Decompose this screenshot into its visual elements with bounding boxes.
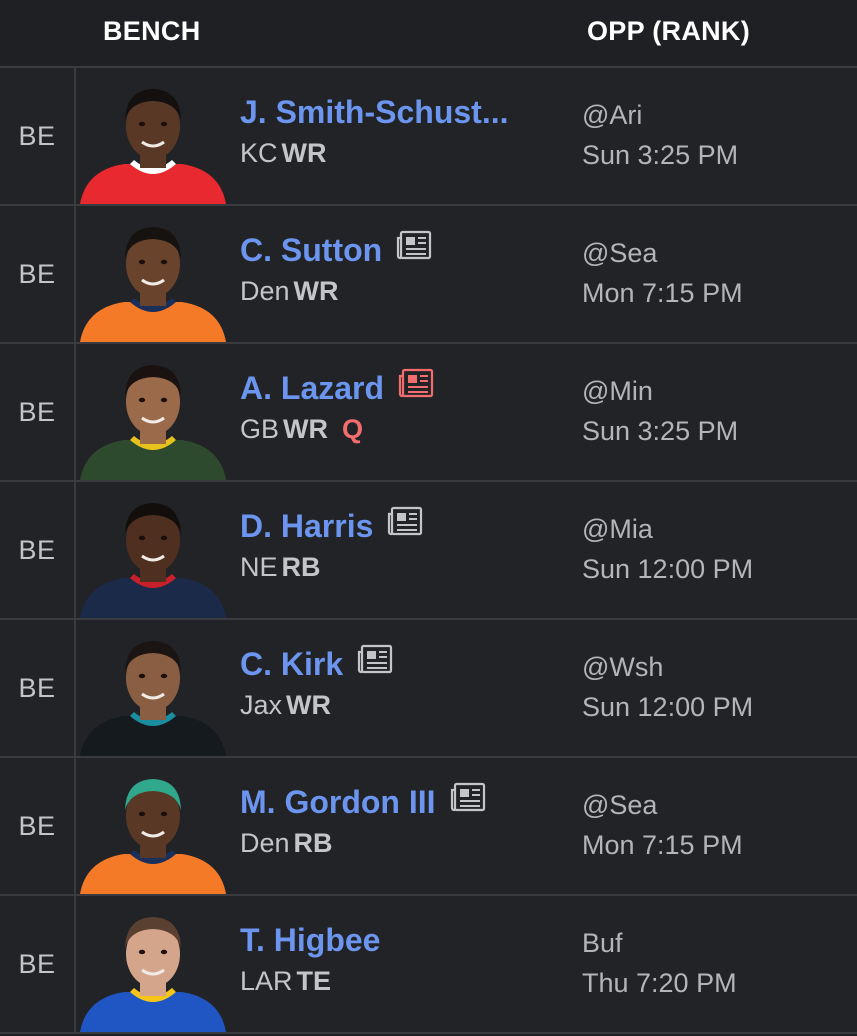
team-abbr: Den bbox=[240, 828, 290, 858]
team-abbr: LAR bbox=[240, 966, 293, 996]
player-name-container: D. Harris bbox=[240, 506, 423, 546]
game-time: Sun 3:25 PM bbox=[582, 140, 739, 170]
slot-label[interactable]: BE bbox=[0, 758, 76, 894]
slot-label[interactable]: BE bbox=[0, 206, 76, 342]
opponent-label[interactable]: @Mia bbox=[582, 514, 653, 545]
player-name-container: C. Kirk bbox=[240, 644, 393, 684]
game-time: Mon 7:15 PM bbox=[582, 830, 743, 860]
roster-list: BE J. Smith-Schust... KC WR @Ari Sun 3:25 PM B… bbox=[0, 68, 857, 1034]
newspaper-icon[interactable] bbox=[387, 506, 423, 546]
player-name-link[interactable]: A. Lazard bbox=[240, 370, 384, 406]
player-name-container: M. Gordon III bbox=[240, 782, 486, 822]
player-meta: GB WR Q bbox=[240, 414, 363, 445]
player-headshot[interactable] bbox=[80, 218, 226, 342]
player-meta: Den RB bbox=[240, 828, 333, 859]
player-row[interactable]: BE D. Harris NE RB @Mia Sun 12:00 PM bbox=[0, 482, 857, 620]
player-meta: Jax WR bbox=[240, 690, 331, 721]
newspaper-alert-icon[interactable] bbox=[398, 368, 434, 408]
player-name-link[interactable]: M. Gordon III bbox=[240, 784, 436, 820]
team-abbr: KC bbox=[240, 138, 278, 168]
slot-label[interactable]: BE bbox=[0, 344, 76, 480]
team-abbr: NE bbox=[240, 552, 278, 582]
player-meta: LAR TE bbox=[240, 966, 331, 997]
slot-label[interactable]: BE bbox=[0, 68, 76, 204]
position-label: TE bbox=[296, 966, 332, 996]
slot-label[interactable]: BE bbox=[0, 620, 76, 756]
player-name-link[interactable]: J. Smith-Schust... bbox=[240, 94, 508, 130]
player-headshot[interactable] bbox=[80, 770, 226, 894]
player-name-link[interactable]: T. Higbee bbox=[240, 922, 380, 958]
player-row[interactable]: BE J. Smith-Schust... KC WR @Ari Sun 3:25 PM bbox=[0, 68, 857, 206]
opponent-label[interactable]: Buf bbox=[582, 928, 623, 959]
team-abbr: GB bbox=[240, 414, 280, 444]
position-label: RB bbox=[293, 828, 333, 858]
player-meta: NE RB bbox=[240, 552, 321, 583]
player-row[interactable]: BE T. Higbee LAR TE Buf Thu 7:20 PM bbox=[0, 896, 857, 1034]
team-abbr: Jax bbox=[240, 690, 283, 720]
newspaper-icon[interactable] bbox=[357, 644, 393, 684]
game-time: Thu 7:20 PM bbox=[582, 968, 737, 998]
opponent-label[interactable]: @Sea bbox=[582, 238, 657, 269]
player-name-link[interactable]: C. Kirk bbox=[240, 646, 343, 682]
player-row[interactable]: BE M. Gordon III Den RB @Sea Mon 7:15 PM bbox=[0, 758, 857, 896]
opponent-column-header: OPP (RANK) bbox=[587, 16, 751, 46]
position-label: WR bbox=[293, 276, 339, 306]
opponent-label[interactable]: @Min bbox=[582, 376, 653, 407]
player-row[interactable]: BE C. Kirk Jax WR @Wsh Sun 12:00 PM bbox=[0, 620, 857, 758]
player-headshot[interactable] bbox=[80, 494, 226, 618]
player-headshot[interactable] bbox=[80, 80, 226, 204]
player-headshot[interactable] bbox=[80, 908, 226, 1032]
position-label: WR bbox=[283, 414, 328, 444]
position-label: WR bbox=[281, 138, 327, 168]
game-time: Sun 3:25 PM bbox=[582, 416, 739, 446]
opponent-label[interactable]: @Sea bbox=[582, 790, 657, 821]
player-name-container: T. Higbee bbox=[240, 922, 380, 959]
player-meta: KC WR bbox=[240, 138, 327, 169]
player-name-link[interactable]: C. Sutton bbox=[240, 232, 382, 268]
player-name-link[interactable]: D. Harris bbox=[240, 508, 373, 544]
position-label: RB bbox=[281, 552, 321, 582]
newspaper-icon[interactable] bbox=[450, 782, 486, 822]
table-header: BENCH OPP (RANK) bbox=[0, 0, 857, 68]
player-meta: Den WR bbox=[240, 276, 339, 307]
opponent-label[interactable]: @Ari bbox=[582, 100, 642, 131]
game-time: Sun 12:00 PM bbox=[582, 692, 754, 722]
player-row[interactable]: BE A. Lazard GB WR Q @Min Sun 3:25 PM bbox=[0, 344, 857, 482]
position-label: WR bbox=[286, 690, 332, 720]
player-row[interactable]: BE C. Sutton Den WR @Sea Mon 7:15 PM bbox=[0, 206, 857, 344]
game-time: Mon 7:15 PM bbox=[582, 278, 743, 308]
game-time: Sun 12:00 PM bbox=[582, 554, 754, 584]
opponent-label[interactable]: @Wsh bbox=[582, 652, 663, 683]
team-abbr: Den bbox=[240, 276, 290, 306]
bench-column-header: BENCH bbox=[103, 16, 201, 46]
newspaper-icon[interactable] bbox=[396, 230, 432, 270]
injury-status: Q bbox=[342, 414, 364, 444]
slot-label[interactable]: BE bbox=[0, 896, 76, 1032]
player-name-container: A. Lazard bbox=[240, 368, 434, 408]
player-name-container: C. Sutton bbox=[240, 230, 432, 270]
player-headshot[interactable] bbox=[80, 632, 226, 756]
player-headshot[interactable] bbox=[80, 356, 226, 480]
slot-label[interactable]: BE bbox=[0, 482, 76, 618]
player-name-container: J. Smith-Schust... bbox=[240, 94, 508, 131]
